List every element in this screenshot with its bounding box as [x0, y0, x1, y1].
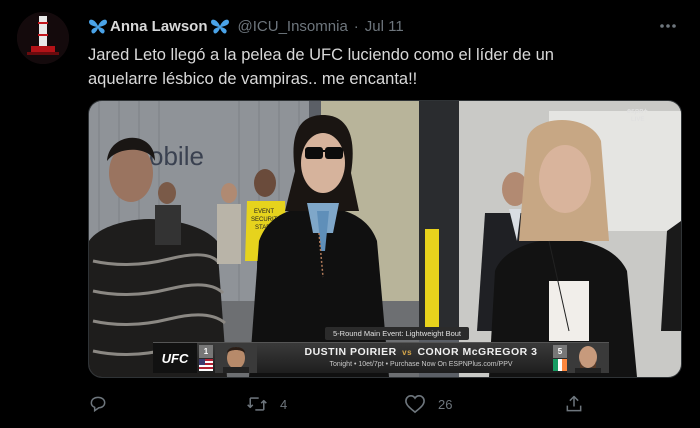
broadcast-subline: Tonight • 10et/7pt • Purchase Now On ESP… — [329, 361, 513, 368]
user-handle[interactable]: @ICU_Insomnia — [238, 18, 348, 35]
share-button[interactable] — [564, 391, 596, 417]
fighter2-rank: 5 — [553, 345, 567, 358]
separator-dot: · — [353, 17, 359, 35]
fighter2-name: CONOR McGREGOR 3 — [417, 346, 538, 358]
tweet: Anna Lawson @ICU_Insomnia · Jul 11 Jared… — [0, 0, 700, 428]
broadcast-lower-third: UFC 1 DUSTIN POIRIER vs CONOR McGREGOR 3 — [153, 342, 609, 373]
tweet-text-line: aquelarre lésbico de vampiras.. me encan… — [88, 70, 418, 88]
avatar-image — [17, 12, 69, 64]
share-icon — [566, 395, 582, 412]
tweet-text-line: Jared Leto llegó a la pelea de UFC lucie… — [88, 46, 554, 64]
retweet-button[interactable]: 4 — [246, 391, 287, 417]
ufc-logo: UFC — [153, 343, 197, 373]
fighter1-rank: 1 — [199, 345, 213, 358]
like-count: 26 — [438, 396, 453, 412]
broadcast-event-label: 5-Round Main Event: Lightweight Bout — [325, 327, 469, 340]
butterfly-icon — [88, 17, 108, 35]
retweet-icon — [247, 397, 267, 411]
tweet-media[interactable]: obile EVENT SECURITY STAFF espn+ LIVE 5-… — [88, 100, 682, 378]
tweet-date[interactable]: Jul 11 — [365, 18, 404, 35]
fighter2-photo — [567, 343, 609, 373]
avatar[interactable] — [17, 12, 69, 64]
butterfly-icon — [210, 17, 230, 35]
more-button[interactable] — [656, 14, 680, 38]
tweet-text: Jared Leto llegó a la pelea de UFC lucie… — [88, 43, 688, 91]
more-icon — [660, 24, 676, 28]
heart-icon — [405, 394, 425, 414]
reply-button[interactable] — [88, 391, 120, 417]
vs-label: vs — [402, 348, 413, 357]
tweet-header: Anna Lawson @ICU_Insomnia · Jul 11 — [88, 15, 404, 37]
background-sign: obile — [149, 141, 204, 171]
tweet-actions: 4 26 — [0, 391, 700, 417]
fighter1-name: DUSTIN POIRIER — [304, 346, 397, 358]
like-button[interactable]: 26 — [404, 391, 452, 417]
fighters-names: DUSTIN POIRIER vs CONOR McGREGOR 3 — [293, 346, 549, 358]
staff-sign: EVENT — [254, 209, 274, 215]
network-bug: espn+ — [627, 108, 647, 115]
display-name[interactable]: Anna Lawson — [110, 18, 208, 35]
ireland-flag-icon — [553, 359, 567, 371]
network-bug: LIVE — [631, 117, 644, 123]
usa-flag-icon — [199, 359, 213, 371]
retweet-count: 4 — [280, 396, 288, 412]
reply-icon — [90, 396, 106, 413]
fighter1-photo — [215, 343, 257, 373]
